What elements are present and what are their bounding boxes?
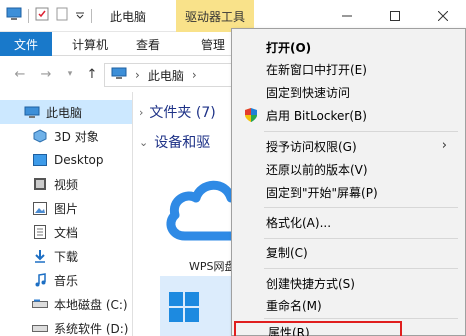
menu-item-label: 固定到"开始"屏幕(P) — [266, 185, 378, 200]
pictures-icon — [32, 201, 48, 215]
menu-divider — [264, 238, 458, 239]
menu-item-open-new-window[interactable]: 在新窗口中打开(E) — [232, 58, 465, 80]
sidebar-item-this-pc[interactable]: 此电脑 — [0, 100, 132, 124]
tab-computer[interactable]: 计算机 — [60, 32, 120, 56]
toolbar-divider — [91, 8, 92, 23]
windows-drive-icon — [169, 292, 199, 325]
chevron-right-icon: › — [139, 105, 144, 119]
devices-group-header[interactable]: ⌄ 设备和驱 — [139, 132, 210, 152]
breadcrumb-separator[interactable]: › — [192, 68, 197, 82]
menu-item-enable-bitlocker[interactable]: 启用 BitLocker(B) — [232, 104, 465, 126]
chevron-right-icon: › — [441, 138, 447, 153]
menu-item-restore-versions[interactable]: 还原以前的版本(V) — [232, 158, 465, 180]
sidebar-item-downloads[interactable]: 下载 — [0, 244, 132, 268]
sidebar-item-documents[interactable]: 文档 — [0, 220, 132, 244]
menu-item-create-shortcut[interactable]: 创建快捷方式(S) — [232, 272, 465, 294]
menu-item-label: 还原以前的版本(V) — [266, 162, 368, 177]
toolbar-divider — [28, 8, 29, 23]
sidebar-item-system-software-d[interactable]: 系统软件 (D:) — [0, 316, 132, 336]
breadcrumb-separator[interactable]: › — [135, 68, 140, 82]
menu-item-properties[interactable]: 属性(R) — [234, 321, 402, 336]
sidebar-item-label: 本地磁盘 (C:) — [54, 297, 128, 312]
drive-tile-selected[interactable] — [160, 276, 240, 336]
navigation-pane: 此电脑 3D 对象 Desktop 视频 图片 文档 下载 音乐 本地磁盘 (C… — [0, 92, 132, 336]
desktop-icon — [32, 153, 48, 167]
computer-icon — [111, 67, 127, 83]
folders-group-header[interactable]: › 文件夹 (7) — [139, 102, 216, 122]
menu-item-label: 启用 BitLocker(B) — [266, 108, 367, 123]
drive-icon — [32, 297, 48, 311]
window-title: 此电脑 — [110, 10, 147, 24]
sidebar-item-label: 此电脑 — [46, 105, 83, 120]
sidebar-item-label: Desktop — [54, 153, 104, 167]
computer-icon — [6, 7, 22, 24]
menu-item-give-access[interactable]: 授予访问权限(G) › — [232, 135, 465, 157]
sidebar-item-3d-objects[interactable]: 3D 对象 — [0, 124, 132, 148]
up-arrow-icon[interactable]: ↑ — [84, 66, 100, 82]
menu-item-label: 授予访问权限(G) — [266, 139, 357, 154]
sidebar-item-pictures[interactable]: 图片 — [0, 196, 132, 220]
sidebar-item-local-disk-c[interactable]: 本地磁盘 (C:) — [0, 292, 132, 316]
music-icon — [32, 273, 48, 287]
menu-item-copy[interactable]: 复制(C) — [232, 241, 465, 263]
properties-icon[interactable] — [35, 7, 49, 24]
menu-item-rename[interactable]: 重命名(M) — [232, 294, 465, 316]
sidebar-item-label: 文档 — [54, 225, 79, 240]
menu-item-pin-quick-access[interactable]: 固定到快速访问 — [232, 81, 465, 103]
menu-item-pin-start[interactable]: 固定到"开始"屏幕(P) — [232, 181, 465, 203]
menu-divider — [264, 207, 458, 208]
menu-divider — [264, 131, 458, 132]
downloads-icon — [32, 249, 48, 263]
address-bar[interactable]: › 此电脑 › — [104, 63, 234, 87]
sidebar-item-label: 下载 — [54, 249, 79, 264]
computer-icon — [24, 105, 40, 119]
menu-item-label: 格式化(A)... — [266, 215, 332, 230]
back-arrow-icon[interactable]: ← — [12, 66, 28, 82]
context-menu: 打开(O) 在新窗口中打开(E) 固定到快速访问 启用 BitLocker(B)… — [231, 28, 466, 336]
documents-icon — [32, 225, 48, 239]
sidebar-item-label: 音乐 — [54, 273, 79, 288]
menu-divider — [264, 268, 458, 269]
tab-view[interactable]: 查看 — [126, 32, 170, 56]
folders-group-label: 文件夹 (7) — [149, 105, 216, 121]
menu-item-label: 重命名(M) — [266, 298, 322, 313]
sidebar-item-label: 视频 — [54, 177, 79, 192]
shield-icon — [244, 108, 258, 122]
video-icon — [32, 177, 48, 191]
recent-locations-icon[interactable]: ▾ — [62, 66, 78, 82]
menu-item-label: 创建快捷方式(S) — [266, 276, 355, 291]
devices-group-label: 设备和驱 — [154, 135, 211, 151]
forward-arrow-icon[interactable]: → — [38, 66, 54, 82]
3d-objects-icon — [32, 129, 48, 143]
quick-access-toolbar — [6, 7, 92, 24]
tab-file[interactable]: 文件 — [0, 32, 52, 56]
menu-item-label: 打开(O) — [266, 40, 312, 55]
breadcrumb-this-pc[interactable]: 此电脑 — [148, 67, 184, 84]
drive-icon — [32, 321, 48, 335]
menu-item-open[interactable]: 打开(O) — [232, 36, 465, 58]
sidebar-item-label: 3D 对象 — [54, 129, 99, 144]
sidebar-item-label: 图片 — [54, 201, 79, 216]
wps-drive-label: WPS网盘 — [189, 260, 236, 273]
menu-item-label: 固定到快速访问 — [266, 85, 351, 100]
sidebar-item-desktop[interactable]: Desktop — [0, 148, 132, 172]
menu-item-label: 在新窗口中打开(E) — [266, 62, 367, 77]
new-folder-icon[interactable] — [55, 7, 69, 24]
menu-divider — [264, 318, 458, 319]
sidebar-item-videos[interactable]: 视频 — [0, 172, 132, 196]
sidebar-item-label: 系统软件 (D:) — [54, 321, 129, 336]
menu-item-label: 属性(R) — [268, 325, 310, 336]
customize-toolbar-icon[interactable] — [75, 9, 85, 23]
chevron-down-icon: ⌄ — [139, 135, 149, 149]
sidebar-item-music[interactable]: 音乐 — [0, 268, 132, 292]
menu-item-format[interactable]: 格式化(A)... — [232, 211, 465, 233]
menu-item-label: 复制(C) — [266, 245, 308, 260]
